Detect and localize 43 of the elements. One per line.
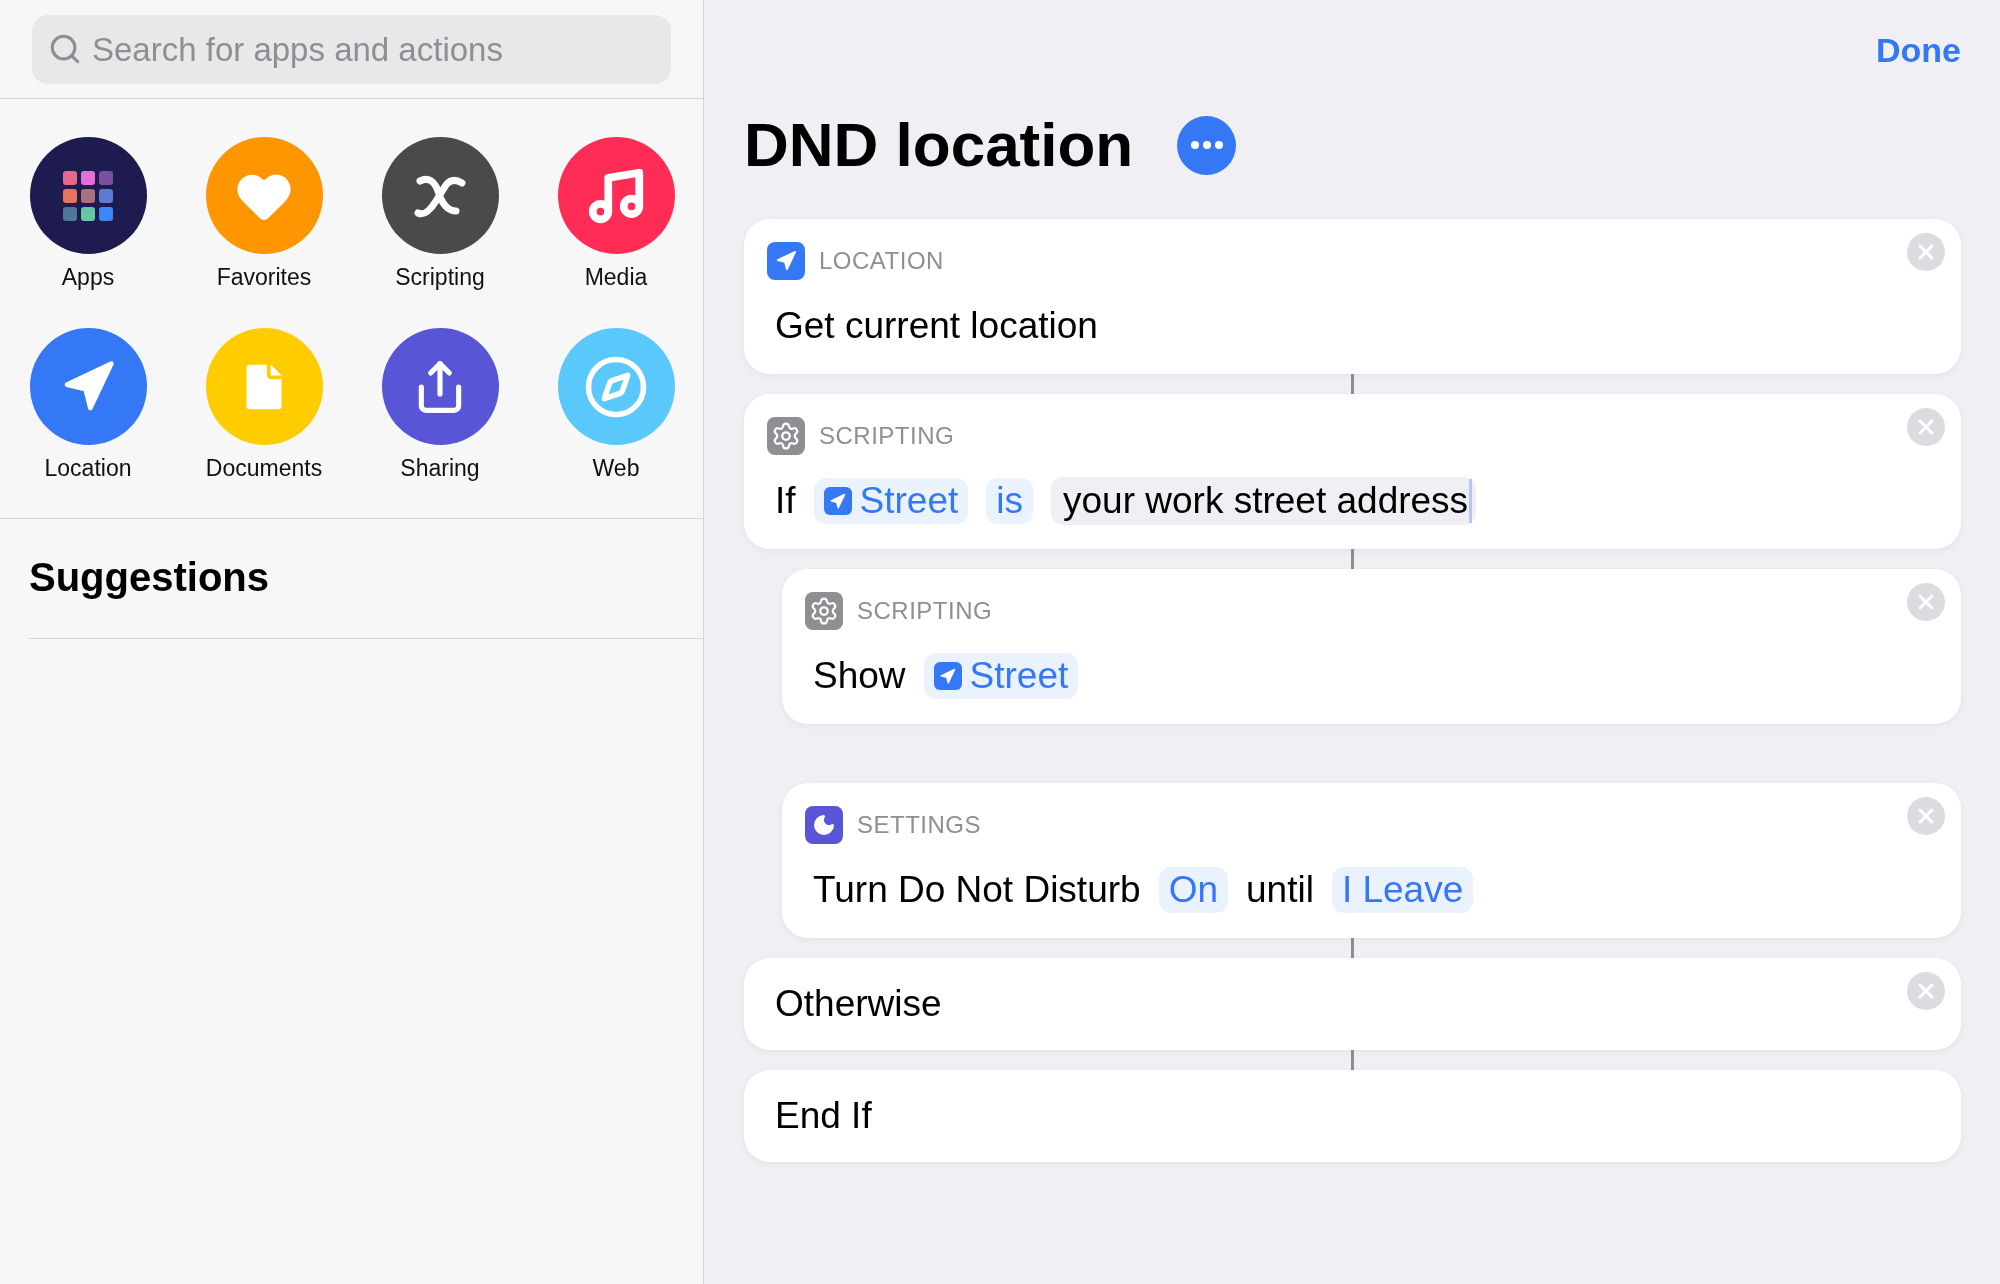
category-label: SCRIPTING	[857, 597, 993, 625]
remove-button[interactable]	[1907, 583, 1945, 621]
search-field[interactable]: Search for apps and actions	[32, 15, 671, 84]
category-button[interactable]: Apps	[0, 137, 176, 291]
action-text: End If	[775, 1095, 872, 1137]
remove-button[interactable]	[1907, 972, 1945, 1010]
connector-line	[1351, 938, 1354, 958]
action-text: Show	[813, 655, 906, 697]
section-heading: Suggestions	[29, 519, 703, 639]
action-text: If	[775, 480, 796, 522]
location-arrow-icon	[775, 250, 797, 272]
app-grid-icon	[63, 170, 113, 221]
connector-line	[1351, 549, 1354, 569]
category-button[interactable]: Media	[528, 137, 704, 291]
category-button[interactable]: Documents	[176, 328, 352, 482]
connector-line	[1351, 1050, 1354, 1070]
action-text: Get current location	[775, 305, 1098, 347]
action-text: Otherwise	[775, 983, 942, 1025]
search-icon	[48, 32, 82, 66]
variable-token[interactable]: Street	[813, 478, 969, 524]
ellipsis-icon	[1190, 141, 1223, 149]
connector-line	[1351, 374, 1354, 394]
category-label: SETTINGS	[857, 811, 981, 839]
parameter-token[interactable]: On	[1158, 867, 1228, 913]
category-button[interactable]: Sharing	[352, 328, 528, 482]
shortcut-title: DND location	[744, 114, 1134, 176]
moon-icon	[812, 813, 836, 837]
action-text: until	[1246, 869, 1314, 911]
category-label: SCRIPTING	[819, 422, 955, 450]
remove-button[interactable]	[1907, 797, 1945, 835]
category-button[interactable]: Location	[0, 328, 176, 482]
remove-button[interactable]	[1907, 408, 1945, 446]
category-button[interactable]: Favorites	[176, 137, 352, 291]
action-text: Turn Do Not Disturb	[813, 869, 1141, 911]
variable-token[interactable]: Street	[923, 653, 1079, 699]
parameter-token[interactable]: is	[986, 478, 1033, 524]
category-button[interactable]: Scripting	[352, 137, 528, 291]
remove-button[interactable]	[1907, 233, 1945, 271]
done-button[interactable]: Done	[1876, 28, 1961, 72]
text-field[interactable]: your work street address	[1051, 477, 1477, 525]
category-button[interactable]: Web	[528, 328, 704, 482]
category-label: LOCATION	[819, 247, 944, 275]
parameter-token[interactable]: I Leave	[1331, 867, 1474, 913]
